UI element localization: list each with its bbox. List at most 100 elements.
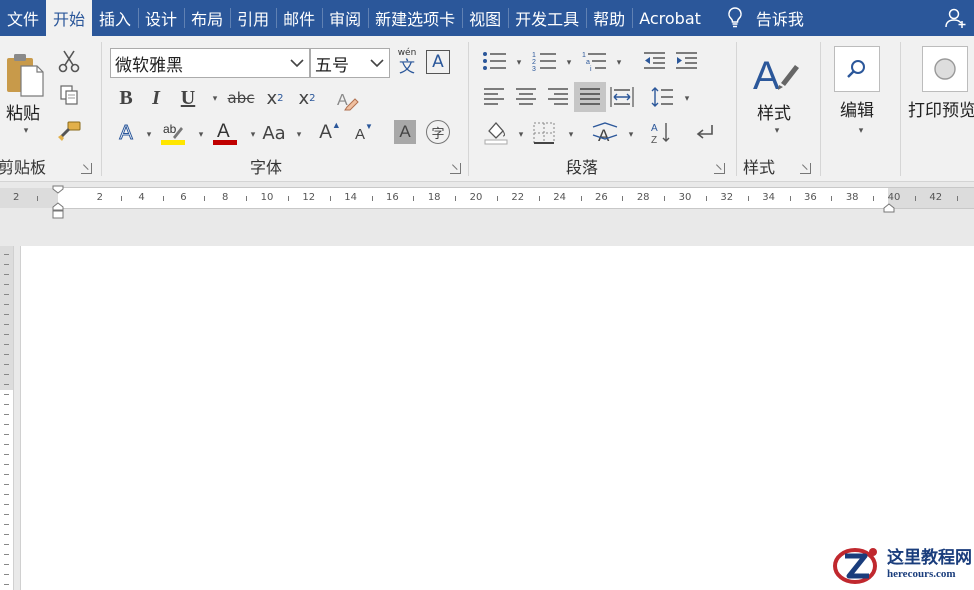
tab-design[interactable]: 设计	[138, 0, 184, 36]
align-center-icon[interactable]	[512, 84, 540, 110]
vertical-ruler-tick	[4, 274, 9, 275]
watermark-logo	[833, 548, 877, 584]
line-spacing-dropdown-arrow[interactable]: ▾	[681, 92, 693, 106]
numbering-dropdown-arrow[interactable]: ▾	[563, 56, 575, 70]
shrink-font-button[interactable]: A ▼	[352, 122, 376, 146]
paste-label[interactable]: 粘贴	[3, 100, 43, 124]
highlight-dropdown-arrow[interactable]: ▾	[195, 128, 207, 142]
shading-dropdown-arrow[interactable]: ▾	[515, 128, 527, 142]
cut-icon[interactable]	[56, 48, 82, 74]
multilevel-dropdown-arrow[interactable]: ▾	[613, 56, 625, 70]
distributed-icon[interactable]	[608, 84, 636, 110]
superscript-button[interactable]: x2	[294, 86, 320, 110]
horizontal-ruler[interactable]: 2 2 4 6 8 10 12 14 16 18 20 22 24 26 28 30 32 34 36 38 40 42	[0, 187, 974, 209]
subscript-button[interactable]: x2	[262, 86, 288, 110]
tab-layout[interactable]: 布局	[184, 0, 230, 36]
paste-dropdown-arrow[interactable]: ▾	[19, 124, 33, 138]
editing-button-label[interactable]: 编辑	[832, 96, 882, 121]
text-effects-dropdown-arrow[interactable]: ▾	[143, 128, 155, 142]
editing-dropdown-arrow[interactable]: ▾	[855, 124, 867, 138]
italic-button[interactable]: I	[144, 86, 168, 110]
tab-references[interactable]: 引用	[230, 0, 276, 36]
styles-group: A 样式 ▾ 样式	[738, 36, 818, 182]
asian-layout-dropdown-arrow[interactable]: ▾	[625, 128, 637, 142]
ruler-number: 26	[595, 192, 608, 203]
font-dialog-launcher[interactable]	[450, 163, 461, 174]
ribbon-tab-bar: 文件 开始 插入 设计 布局 引用 邮件 审阅 新建选项卡 视图 开发工具 帮助…	[0, 0, 974, 36]
asian-layout-icon[interactable]: A	[590, 120, 620, 146]
format-painter-icon[interactable]	[56, 118, 84, 144]
document-page[interactable]: 这里教程网 herecours.com	[20, 246, 974, 590]
paragraph-dialog-launcher[interactable]	[714, 163, 725, 174]
font-color-dropdown-arrow[interactable]: ▾	[247, 128, 259, 142]
font-size-combo[interactable]: 五号	[310, 48, 390, 78]
tab-developer[interactable]: 开发工具	[508, 0, 586, 36]
sort-icon[interactable]: AZ	[648, 120, 674, 146]
decrease-indent-icon[interactable]	[640, 48, 668, 74]
print-preview-label[interactable]: 打印预览	[908, 96, 974, 121]
shading-icon[interactable]	[482, 118, 510, 146]
styles-icon[interactable]: A	[750, 48, 802, 96]
bullets-icon[interactable]	[480, 48, 508, 74]
bullets-dropdown-arrow[interactable]: ▾	[513, 56, 525, 70]
lightbulb-icon[interactable]	[718, 0, 752, 36]
show-marks-icon[interactable]	[692, 120, 718, 146]
character-shading-icon[interactable]: A	[394, 120, 416, 144]
chevron-down-icon[interactable]	[289, 55, 305, 71]
bold-button[interactable]: B	[114, 86, 138, 110]
styles-button-label[interactable]: 样式	[750, 100, 798, 124]
tab-home[interactable]: 开始	[46, 0, 93, 36]
character-border-icon[interactable]: A	[426, 50, 450, 74]
underline-dropdown-arrow[interactable]: ▾	[209, 92, 221, 106]
chevron-down-icon[interactable]	[369, 55, 385, 71]
change-case-button[interactable]: Aa	[260, 120, 288, 146]
tab-new-tab[interactable]: 新建选项卡	[368, 0, 462, 36]
strikethrough-button[interactable]: abc	[226, 86, 256, 110]
change-case-dropdown-arrow[interactable]: ▾	[293, 128, 305, 142]
tab-review[interactable]: 审阅	[322, 0, 368, 36]
borders-icon[interactable]	[530, 120, 558, 146]
grow-font-letter: A	[319, 122, 332, 143]
tell-me-search[interactable]: 告诉我	[752, 0, 808, 36]
enclose-characters-button[interactable]: 字	[426, 120, 450, 144]
right-indent-marker[interactable]	[883, 202, 895, 213]
tab-view[interactable]: 视图	[462, 0, 508, 36]
increase-indent-icon[interactable]	[672, 48, 700, 74]
text-effects-icon[interactable]: A	[114, 120, 138, 146]
align-left-icon[interactable]	[480, 84, 508, 110]
vertical-ruler[interactable]	[0, 246, 14, 590]
borders-dropdown-arrow[interactable]: ▾	[565, 128, 577, 142]
justify-icon[interactable]	[574, 82, 606, 112]
clipboard-dialog-launcher[interactable]	[81, 163, 92, 174]
vertical-ruler-tick	[4, 294, 9, 295]
styles-dialog-launcher[interactable]	[800, 163, 811, 174]
tab-help[interactable]: 帮助	[586, 0, 632, 36]
hanging-indent-marker[interactable]	[52, 202, 64, 220]
copy-icon[interactable]	[56, 82, 82, 108]
tab-file[interactable]: 文件	[0, 0, 46, 36]
multilevel-list-icon[interactable]: 1ai	[580, 48, 608, 74]
clear-formatting-icon[interactable]: A	[334, 86, 360, 112]
underline-button[interactable]: U	[176, 86, 200, 110]
numbering-icon[interactable]: 123	[530, 48, 558, 74]
search-icon[interactable]	[834, 46, 880, 92]
tab-insert[interactable]: 插入	[92, 0, 138, 36]
ruler-tick	[371, 196, 373, 201]
ruler-area: 2 2 4 6 8 10 12 14 16 18 20 22 24 26 28 30 32 34 36 38 40 42	[0, 183, 974, 246]
phonetic-guide-button[interactable]: wén 文	[394, 46, 420, 78]
grow-font-button[interactable]: A ▲	[318, 120, 342, 146]
font-color-icon[interactable]: A	[210, 118, 240, 148]
line-spacing-icon[interactable]	[648, 84, 676, 110]
vertical-ruler-tick	[4, 544, 9, 545]
shrink-arrow-icon: ▼	[365, 122, 373, 131]
highlight-color-icon[interactable]: ab	[158, 118, 188, 148]
tab-acrobat[interactable]: Acrobat	[632, 0, 708, 36]
share-person-icon[interactable]	[938, 0, 974, 36]
first-line-indent-marker[interactable]	[52, 183, 64, 194]
styles-dropdown-arrow[interactable]: ▾	[771, 124, 783, 138]
font-name-combo[interactable]: 微软雅黑	[110, 48, 310, 78]
tab-mailings[interactable]: 邮件	[276, 0, 322, 36]
paste-icon[interactable]	[2, 50, 48, 100]
print-preview-icon[interactable]	[922, 46, 968, 92]
align-right-icon[interactable]	[544, 84, 572, 110]
